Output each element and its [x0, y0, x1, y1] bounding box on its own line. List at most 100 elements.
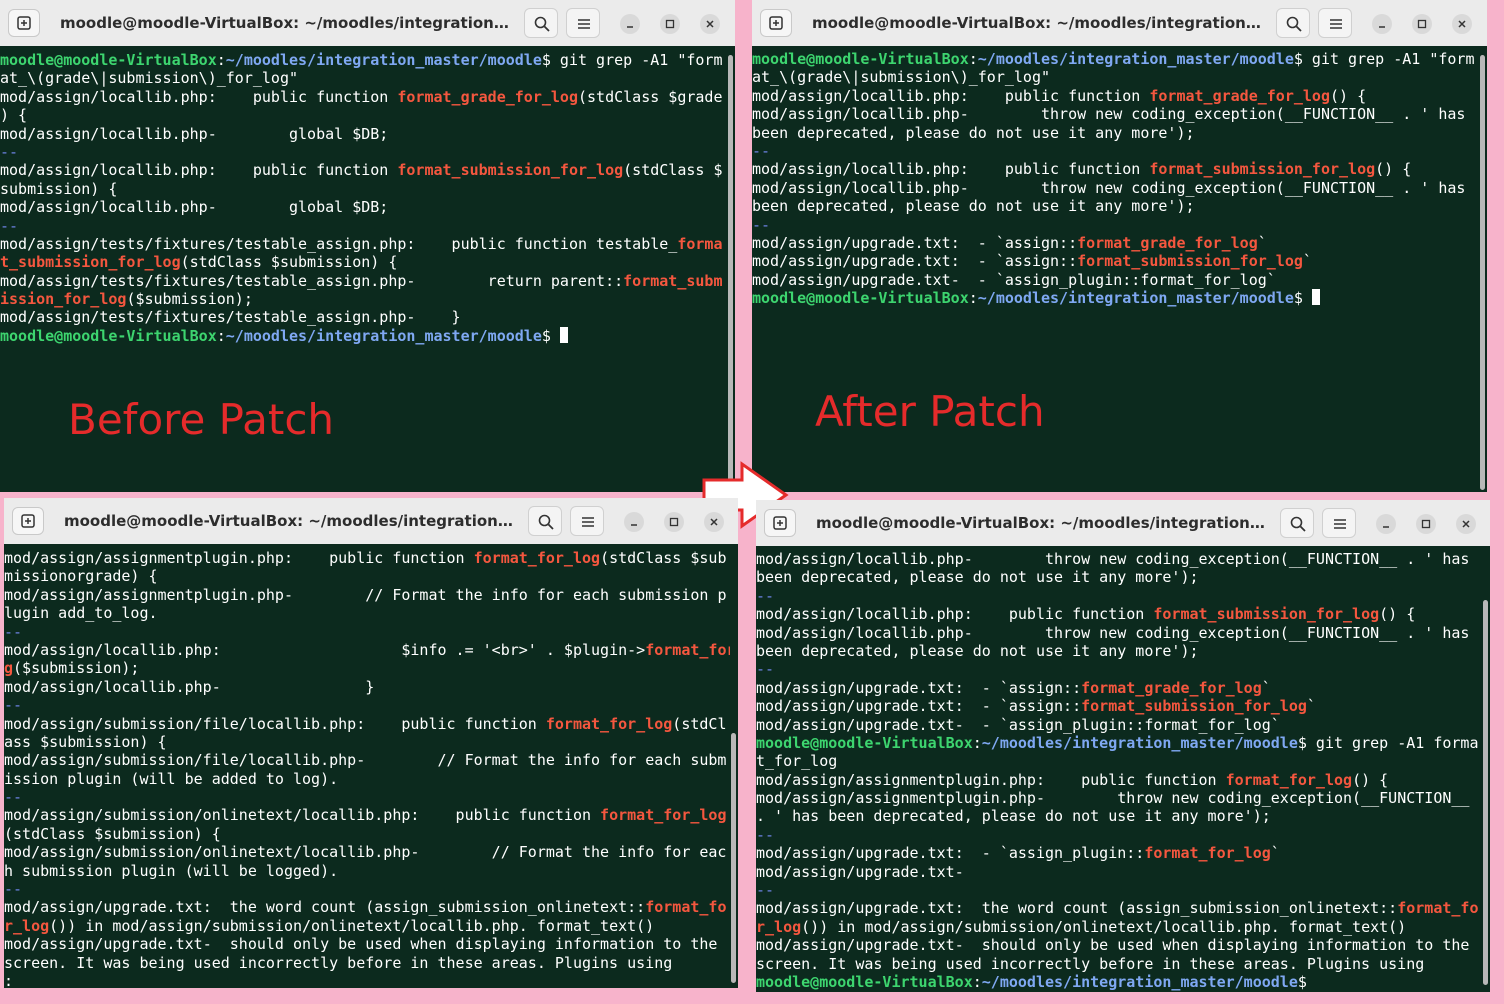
terminal-line: mod/assign/locallib.php- throw new codin… — [752, 179, 1479, 197]
terminal-line: . ' has been deprecated, please do not u… — [756, 807, 1482, 825]
terminal-text: () { — [1330, 86, 1367, 105]
new-tab-button[interactable] — [764, 509, 796, 537]
terminal-text: mod/assign/submission/file/locallib.php — [4, 751, 357, 770]
search-button[interactable] — [528, 506, 562, 536]
search-button[interactable] — [524, 8, 558, 38]
terminal-text: ()) in mod/assign/submission/onlinetext/… — [49, 916, 655, 935]
minimize-button[interactable] — [1372, 14, 1392, 34]
terminal-text: ~/moodles/integration_master/moodle — [225, 326, 542, 345]
terminal-text: format_for_log — [1225, 770, 1353, 789]
terminal-line: -- — [4, 880, 730, 898]
minimize-button[interactable] — [1376, 514, 1396, 534]
menu-button[interactable] — [1322, 508, 1356, 538]
terminal-line: moodle@moodle-VirtualBox:~/moodles/integ… — [756, 973, 1482, 991]
terminal-text: : public function — [963, 605, 1154, 624]
terminal-line: -- — [752, 216, 1479, 234]
terminal-line: mod/assign/upgrade.txt: the word count (… — [756, 899, 1482, 917]
terminal-text: mod/assign/assignmentplugin.php — [756, 770, 1036, 789]
terminal-line: been deprecated, please do not use it an… — [756, 568, 1482, 586]
terminal-text: mod/assign/upgrade.txt — [752, 233, 951, 252]
terminal-text: - return parent:: — [406, 271, 624, 290]
close-button[interactable] — [704, 512, 724, 532]
minimize-button[interactable] — [624, 512, 644, 532]
terminal-text: mod/assign/upgrade.txt — [756, 862, 955, 881]
terminal-text: -- — [756, 881, 775, 900]
terminal-line: -- — [752, 142, 1479, 160]
terminal-text: been deprecated, please do not use it an… — [756, 568, 1199, 587]
scrollbar[interactable] — [728, 55, 733, 490]
terminal-text: : public function — [1035, 770, 1226, 789]
terminal-text: moodle@moodle-VirtualBox — [752, 50, 969, 68]
terminal-text: screen. It was being used incorrectly be… — [756, 954, 1425, 973]
terminal-line: mod/assign/locallib.php- global $DB; — [0, 125, 727, 143]
scrollbar[interactable] — [1480, 55, 1485, 490]
terminal-text: -- — [756, 586, 775, 605]
terminal-text: : the word count (assign_submission_onli… — [202, 898, 646, 917]
terminal-text: : public function — [959, 86, 1150, 105]
hamburger-menu-icon — [1334, 519, 1346, 529]
maximize-button[interactable] — [664, 512, 684, 532]
terminal-text: format_for_log — [600, 806, 727, 825]
terminal-text: () { — [1379, 605, 1416, 624]
terminal-text: ~/moodles/integration_master/moodle — [981, 972, 1298, 991]
terminal-text: ` — [1257, 233, 1267, 252]
terminal-text: mod/assign/upgrade.txt — [756, 844, 955, 863]
minimize-button[interactable] — [620, 14, 640, 34]
terminal-text: format_for_log — [545, 714, 673, 733]
maximize-button[interactable] — [660, 14, 680, 34]
terminal-text: : - `assign:: — [954, 697, 1082, 716]
search-icon — [1290, 516, 1306, 532]
terminal-line: h submission plugin (will be logged). — [4, 862, 730, 880]
terminal-text: format_submission_for_log — [1081, 697, 1307, 716]
terminal-line: (stdClass $submission) { — [4, 825, 730, 843]
terminal-text: -- — [4, 788, 23, 807]
terminal-line: mod/assign/submission/onlinetext/localli… — [4, 806, 730, 824]
terminal-text: mod/assign/locallib.php — [756, 550, 964, 568]
search-button[interactable] — [1276, 8, 1310, 38]
terminal-text: : — [972, 733, 982, 752]
scrollbar[interactable] — [1483, 600, 1488, 985]
terminal-output[interactable]: mod/assign/locallib.php- throw new codin… — [756, 550, 1482, 992]
new-tab-button[interactable] — [760, 9, 792, 37]
terminal-text: missionorgrade) { — [4, 567, 158, 586]
terminal-line: at_\(grade\|submission\)_for_log" — [0, 69, 727, 87]
terminal-text: - } — [211, 677, 375, 696]
terminal-text: format_for_log — [1144, 844, 1271, 863]
terminal-line: mod/assign/tests/fixtures/testable_assig… — [0, 308, 727, 326]
menu-button[interactable] — [1318, 8, 1352, 38]
window-title: moodle@moodle-VirtualBox: ~/moodles/inte… — [812, 14, 1262, 32]
maximize-button[interactable] — [1412, 14, 1432, 34]
close-button[interactable] — [700, 14, 720, 34]
terminal-text: format_grade_for_log — [397, 87, 578, 106]
terminal-line: r_log()) in mod/assign/submission/online… — [4, 917, 730, 935]
search-button[interactable] — [1280, 508, 1314, 538]
terminal-text: ` — [1261, 678, 1271, 697]
close-button[interactable] — [1456, 514, 1476, 534]
terminal-text: : public function — [207, 87, 398, 106]
terminal-text: $ git grep -A1 "form — [541, 51, 723, 69]
after-patch-label: After Patch — [815, 387, 1045, 436]
close-button[interactable] — [1452, 14, 1472, 34]
terminal-text: : - `assign:: — [950, 252, 1078, 271]
hamburger-menu-icon — [1330, 19, 1342, 29]
terminal-text: - global $DB; — [207, 198, 389, 217]
scrollbar[interactable] — [731, 733, 736, 983]
menu-button[interactable] — [570, 506, 604, 536]
terminal-output[interactable]: mod/assign/assignmentplugin.php: public … — [4, 549, 730, 988]
menu-button[interactable] — [566, 8, 600, 38]
terminal-text: : - `assign_plugin:: — [954, 844, 1145, 863]
terminal-text: ($submission); — [126, 290, 253, 309]
terminal-line: been deprecated, please do not use it an… — [756, 642, 1482, 660]
terminal-line: mod/assign/assignmentplugin.php: public … — [4, 549, 730, 567]
maximize-button[interactable] — [1416, 514, 1436, 534]
terminal-text: been deprecated, please do not use it an… — [752, 197, 1195, 216]
close-icon — [710, 518, 718, 526]
new-tab-button[interactable] — [8, 9, 40, 37]
terminal-text: : the word count (assign_submission_onli… — [954, 899, 1398, 918]
new-tab-button[interactable] — [12, 507, 44, 535]
terminal-text: -- — [756, 825, 775, 844]
minimize-icon — [1383, 526, 1389, 528]
terminal-text: been deprecated, please do not use it an… — [752, 123, 1195, 142]
terminal-text: () { — [1375, 160, 1412, 179]
terminal-text: mod/assign/upgrade.txt — [756, 936, 955, 955]
